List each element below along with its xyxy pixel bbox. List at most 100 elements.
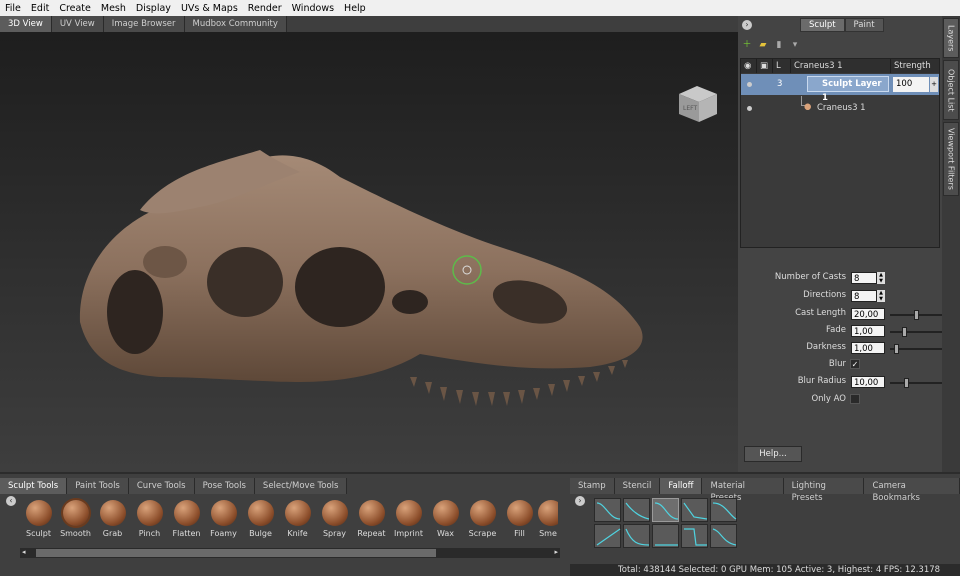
tab-camera-bookmarks[interactable]: Camera Bookmarks xyxy=(864,478,960,503)
scroll-right-icon[interactable]: ▸ xyxy=(554,548,558,556)
directions-spinner[interactable]: ▲ ▼ xyxy=(877,290,885,302)
tool-bulge[interactable]: Bulge xyxy=(242,500,279,538)
tab-curve-tools[interactable]: Curve Tools xyxy=(128,478,195,494)
tab-mudbox-community[interactable]: Mudbox Community xyxy=(184,16,287,32)
tool-spray[interactable]: Spray xyxy=(316,500,353,538)
layer-col-name: Craneus3 1 xyxy=(791,59,891,73)
strength-slider-icon[interactable]: + xyxy=(930,77,938,92)
cast-length-slider[interactable] xyxy=(890,310,945,320)
menu-create[interactable]: Create xyxy=(54,3,96,14)
tool-fill[interactable]: Fill xyxy=(501,500,538,538)
tool-sculpt[interactable]: Sculpt xyxy=(20,500,57,538)
menu-mesh[interactable]: Mesh xyxy=(96,3,131,14)
tool-knife[interactable]: Knife xyxy=(279,500,316,538)
tab-layers[interactable]: Layers xyxy=(943,18,959,58)
layer-table: ◉ ▣ L Craneus3 1 Strength 3 Sculpt Layer… xyxy=(740,58,940,248)
scroll-left-icon[interactable]: ◂ xyxy=(22,548,26,556)
tool-repeat[interactable]: Repeat xyxy=(353,500,390,538)
menu-help[interactable]: Help xyxy=(339,3,371,14)
tool-flatten[interactable]: Flatten xyxy=(168,500,205,538)
cast-length-input[interactable]: 20,00 xyxy=(851,308,885,320)
tab-stamp[interactable]: Stamp xyxy=(570,478,615,494)
tool-grab[interactable]: Grab xyxy=(94,500,131,538)
3d-viewport[interactable]: LEFT xyxy=(0,32,738,472)
tab-sculpt-tools[interactable]: Sculpt Tools xyxy=(0,478,68,494)
cast-length-label: Cast Length xyxy=(795,308,846,318)
folder-icon[interactable]: ▰ xyxy=(758,40,768,50)
falloff-preset[interactable] xyxy=(681,498,708,522)
blur-checkbox[interactable]: ✓ xyxy=(850,359,860,369)
foamy-tool-icon xyxy=(210,500,237,526)
menu-render[interactable]: Render xyxy=(243,3,287,14)
visibility-column-icon: ◉ xyxy=(741,59,757,73)
tab-uv-view[interactable]: UV View xyxy=(51,16,104,32)
imprint-tool-icon xyxy=(395,500,422,526)
tab-object-list[interactable]: Object List xyxy=(943,60,959,120)
viewport-tabs: 3D View UV View Image Browser Mudbox Com… xyxy=(0,16,738,32)
falloff-preset[interactable] xyxy=(623,498,650,522)
layer-col-strength: Strength xyxy=(894,61,931,71)
tool-foamy[interactable]: Foamy xyxy=(205,500,242,538)
falloff-preset[interactable] xyxy=(652,524,679,548)
menu-windows[interactable]: Windows xyxy=(287,3,339,14)
tool-smooth[interactable]: Smooth xyxy=(57,500,94,538)
scrollbar-thumb[interactable] xyxy=(36,549,436,557)
falloff-preset[interactable] xyxy=(623,524,650,548)
menu-file[interactable]: File xyxy=(0,3,26,14)
tools-close-icon[interactable]: ‹ xyxy=(6,496,16,506)
layer-visible-icon[interactable] xyxy=(747,82,752,87)
layer-row-craneus[interactable]: ● Craneus3 1 xyxy=(741,96,939,119)
trash-icon[interactable]: ▮ xyxy=(774,40,784,50)
fade-slider[interactable] xyxy=(890,327,945,337)
falloff-preset[interactable] xyxy=(710,524,737,548)
panel-close-icon[interactable]: › xyxy=(742,20,752,30)
darkness-slider[interactable] xyxy=(890,344,945,354)
tab-pose-tools[interactable]: Pose Tools xyxy=(194,478,255,494)
skull-model[interactable] xyxy=(0,32,738,472)
fade-input[interactable]: 1,00 xyxy=(851,325,885,337)
num-casts-input[interactable]: 8 xyxy=(851,272,877,284)
layer-options-icon[interactable]: ▾ xyxy=(790,40,800,50)
tab-viewport-filters[interactable]: Viewport Filters xyxy=(943,122,959,196)
darkness-input[interactable]: 1,00 xyxy=(851,342,885,354)
tab-falloff[interactable]: Falloff xyxy=(660,478,703,494)
tab-select-move-tools[interactable]: Select/Move Tools xyxy=(254,478,348,494)
tool-scrape[interactable]: Scrape xyxy=(464,500,501,538)
tray-close-icon[interactable]: › xyxy=(575,496,585,506)
falloff-preset[interactable] xyxy=(710,498,737,522)
tab-stencil[interactable]: Stencil xyxy=(614,478,661,494)
tab-image-browser[interactable]: Image Browser xyxy=(103,16,185,32)
layer-strength-input[interactable]: 100 xyxy=(893,77,929,92)
tool-pinch[interactable]: Pinch xyxy=(131,500,168,538)
blur-radius-slider[interactable] xyxy=(890,378,945,388)
blur-radius-input[interactable]: 10,00 xyxy=(851,376,885,388)
layer-visible-icon[interactable] xyxy=(747,106,752,111)
tool-smear[interactable]: Sme xyxy=(538,500,558,538)
new-layer-icon[interactable]: ＋ xyxy=(742,40,752,50)
directions-input[interactable]: 8 xyxy=(851,290,877,302)
tool-wax[interactable]: Wax xyxy=(427,500,464,538)
layer-row-sculpt-layer-1[interactable]: 3 Sculpt Layer 1 100 + xyxy=(741,74,939,103)
num-casts-label: Number of Casts xyxy=(774,272,846,282)
tool-imprint[interactable]: Imprint xyxy=(390,500,427,538)
tab-lighting-presets[interactable]: Lighting Presets xyxy=(783,478,865,503)
layer-name[interactable]: Craneus3 1 xyxy=(817,103,866,113)
tool-shelf-scrollbar[interactable]: ◂ ▸ xyxy=(20,548,560,558)
tab-paint-tools[interactable]: Paint Tools xyxy=(67,478,129,494)
paint-layers-tab[interactable]: Paint xyxy=(844,18,884,32)
menu-edit[interactable]: Edit xyxy=(26,3,54,14)
sculpt-layers-tab[interactable]: Sculpt xyxy=(800,18,845,32)
tab-3d-view[interactable]: 3D View xyxy=(0,16,52,32)
falloff-preset[interactable] xyxy=(594,498,621,522)
bulge-tool-icon xyxy=(247,500,274,526)
falloff-preset[interactable] xyxy=(594,524,621,548)
tab-material-presets[interactable]: Material Presets xyxy=(702,478,784,503)
pinch-tool-icon xyxy=(136,500,163,526)
help-button[interactable]: Help... xyxy=(744,446,802,462)
menu-uvs-maps[interactable]: UVs & Maps xyxy=(176,3,243,14)
menu-display[interactable]: Display xyxy=(131,3,176,14)
falloff-preset-selected[interactable] xyxy=(652,498,679,522)
only-ao-checkbox[interactable] xyxy=(850,394,860,404)
num-casts-spinner[interactable]: ▲ ▼ xyxy=(877,272,885,284)
falloff-preset[interactable] xyxy=(681,524,708,548)
